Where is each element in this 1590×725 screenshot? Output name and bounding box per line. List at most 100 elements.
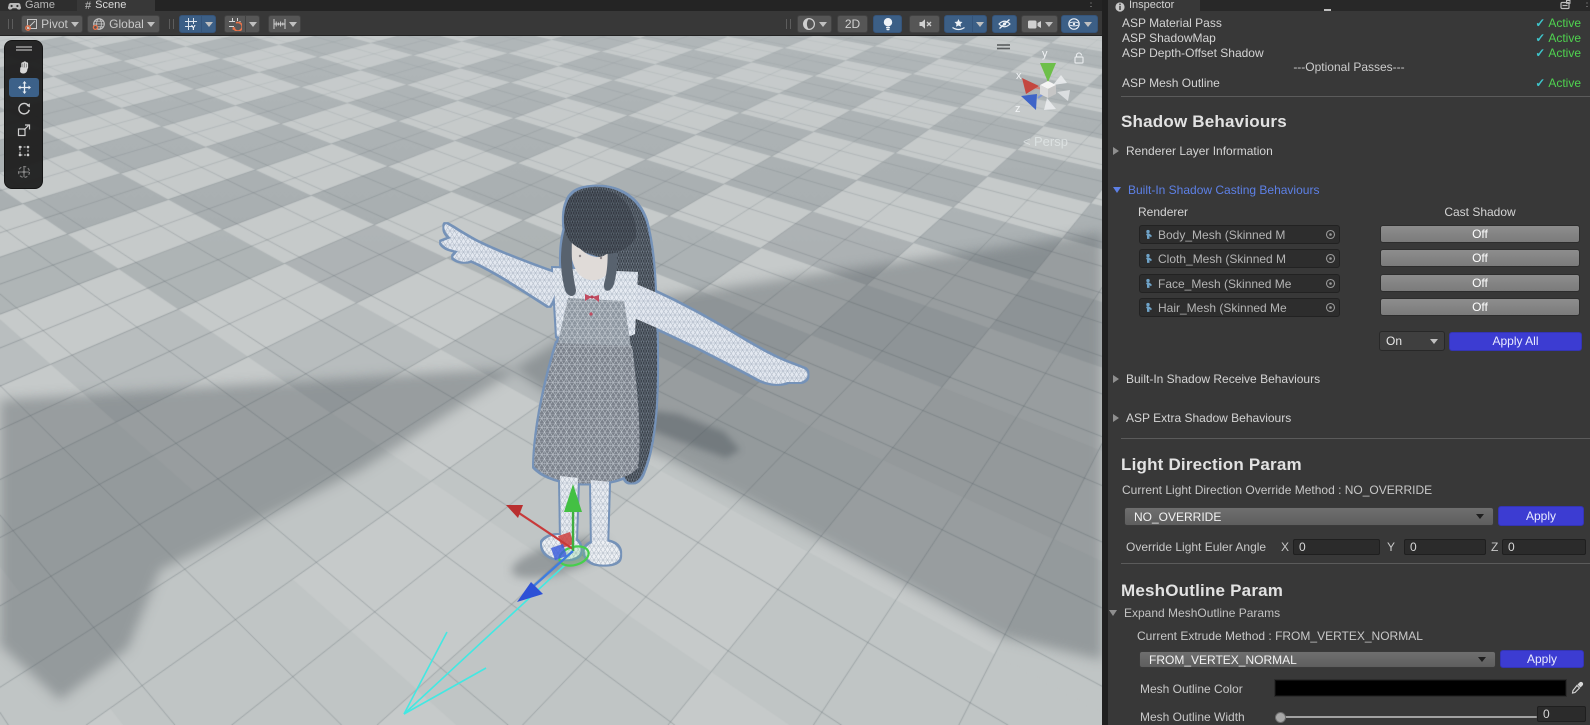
- gizmo-x-arrowhead[interactable]: [506, 505, 523, 518]
- cast-shadow-button[interactable]: Off: [1380, 225, 1580, 243]
- check-icon: ✓: [1535, 31, 1545, 45]
- foldout-expanded-icon: [1113, 187, 1121, 193]
- tool-scale[interactable]: [9, 120, 39, 139]
- tab-scene[interactable]: # Scene: [77, 0, 155, 11]
- foldout-builtin-shadow-receive[interactable]: Built-In Shadow Receive Behaviours: [1113, 372, 1320, 386]
- tab-game[interactable]: Game: [0, 0, 77, 11]
- euler-x-field[interactable]: 0: [1293, 539, 1380, 555]
- tab-inspector[interactable]: Inspector: [1108, 0, 1200, 13]
- gizmo-axis-z-cone[interactable]: [1021, 94, 1037, 110]
- toolstrip-handle-icon[interactable]: [16, 46, 32, 51]
- inspector-tabbar: Inspector ⋮: [1108, 0, 1590, 11]
- pivot-dropdown[interactable]: Pivot: [21, 15, 83, 33]
- eyedropper-icon[interactable]: [1571, 681, 1584, 694]
- inspector-kebab-icon[interactable]: ⋮: [1582, 0, 1590, 9]
- scene-visibility-toggle[interactable]: [992, 15, 1017, 33]
- euler-z-field[interactable]: 0: [1502, 539, 1586, 555]
- toolbar-grip-icon[interactable]: [786, 19, 791, 29]
- cast-shadow-button[interactable]: Off: [1380, 274, 1580, 292]
- lighting-toggle[interactable]: [873, 15, 902, 33]
- bulk-cast-shadow-dropdown[interactable]: On: [1379, 331, 1445, 351]
- global-label: Global: [109, 17, 144, 31]
- renderer-object-field[interactable]: Body_Mesh (Skinned M: [1139, 225, 1340, 244]
- object-picker-icon[interactable]: [1325, 302, 1336, 313]
- gizmo-axis-neg-cone[interactable]: [1057, 90, 1070, 101]
- renderer-object-field[interactable]: Cloth_Mesh (Skinned M: [1139, 249, 1340, 268]
- scene-pane: Game # Scene ⋮ Pivot Global: [0, 0, 1102, 725]
- gizmo-axis-x-label: x: [1016, 70, 1022, 82]
- tool-rotate[interactable]: [9, 99, 39, 118]
- object-picker-icon[interactable]: [1325, 278, 1336, 289]
- shading-mode-dropdown[interactable]: [797, 15, 832, 33]
- gizmo-axis-neg-cone[interactable]: [1044, 98, 1056, 110]
- global-dropdown[interactable]: Global: [87, 15, 160, 33]
- overlay-handle-icon[interactable]: [997, 45, 1010, 49]
- object-picker-icon[interactable]: [1325, 229, 1336, 240]
- pass-name: ASP ShadowMap: [1122, 31, 1216, 45]
- renderer-object-field[interactable]: Hair_Mesh (Skinned Me: [1139, 298, 1340, 317]
- foldout-builtin-shadow-casting[interactable]: Built-In Shadow Casting Behaviours: [1113, 183, 1319, 197]
- mesh-outline-color-swatch[interactable]: [1275, 680, 1566, 696]
- measure-dropdown[interactable]: [268, 15, 301, 33]
- tool-move[interactable]: [9, 78, 39, 97]
- rotate-icon: [17, 102, 31, 116]
- apply-all-button[interactable]: Apply All: [1449, 332, 1582, 351]
- caret-down-icon: [249, 22, 257, 27]
- width-slider-knob[interactable]: [1275, 712, 1286, 723]
- tool-rect[interactable]: [9, 141, 39, 160]
- gizmo-axis-z-label: z: [1015, 103, 1021, 115]
- foldout-expand-meshoutline[interactable]: Expand MeshOutline Params: [1109, 606, 1280, 620]
- object-picker-icon[interactable]: [1325, 253, 1336, 264]
- gamepad-icon: [8, 2, 21, 11]
- snap-increment-button[interactable]: [224, 15, 246, 33]
- gizmo-axis-neg-cone[interactable]: [1053, 75, 1067, 85]
- 2d-toggle[interactable]: 2D: [837, 15, 868, 33]
- tool-hand[interactable]: [9, 57, 39, 76]
- gizmos-dropdown[interactable]: [1061, 15, 1098, 33]
- foldout-label: ASP Extra Shadow Behaviours: [1126, 411, 1291, 425]
- camera-icon: [1027, 19, 1042, 30]
- caret-down-icon: [71, 22, 79, 27]
- effects-dropdown[interactable]: [973, 15, 987, 33]
- scene-menu-kebab-icon[interactable]: ⋮: [1086, 0, 1096, 9]
- outline-apply-button[interactable]: Apply: [1500, 650, 1584, 668]
- mesh-outline-title: MeshOutline Param: [1121, 581, 1283, 601]
- snap-increment-dropdown[interactable]: [246, 15, 260, 33]
- tool-transform[interactable]: [9, 162, 39, 181]
- euler-y-field[interactable]: 0: [1404, 539, 1486, 555]
- toolbar-grip-icon[interactable]: [169, 19, 174, 29]
- tab-inspector-label: Inspector: [1129, 0, 1174, 11]
- transform-icon: [17, 165, 31, 179]
- foldout-label: Expand MeshOutline Params: [1124, 606, 1280, 620]
- gizmo-axis-x-cone[interactable]: [1022, 78, 1039, 94]
- euler-z-label: Z: [1491, 540, 1498, 555]
- grid-snap-dropdown[interactable]: [202, 15, 216, 33]
- cast-shadow-button[interactable]: Off: [1380, 298, 1580, 316]
- svg-text:Y: Y: [191, 25, 196, 31]
- persp-label[interactable]: Persp: [1034, 134, 1068, 149]
- window-lock-icon[interactable]: [1560, 0, 1571, 10]
- light-method-dropdown[interactable]: NO_OVERRIDE: [1124, 507, 1494, 526]
- dropdown-value: On: [1386, 334, 1430, 348]
- toolbar-grip-icon[interactable]: [8, 19, 13, 29]
- cast-shadow-button[interactable]: Off: [1380, 249, 1580, 267]
- camera-dropdown[interactable]: [1021, 15, 1058, 33]
- mesh-outline-width-field[interactable]: 0: [1537, 706, 1586, 722]
- width-slider-track[interactable]: [1283, 716, 1537, 718]
- orientation-gizmo[interactable]: y x z < Persp: [997, 45, 1083, 149]
- audio-toggle[interactable]: [909, 15, 940, 33]
- foldout-renderer-layer-info[interactable]: Renderer Layer Information: [1113, 144, 1273, 158]
- scene-viewport[interactable]: y x z < Persp: [0, 36, 1102, 725]
- effects-toggle[interactable]: [944, 15, 973, 33]
- renderer-object-field[interactable]: Face_Mesh (Skinned Me: [1139, 274, 1340, 293]
- lock-icon[interactable]: [1075, 53, 1083, 63]
- extrude-method-dropdown[interactable]: FROM_VERTEX_NORMAL: [1139, 651, 1496, 668]
- foldout-asp-extra-shadow[interactable]: ASP Extra Shadow Behaviours: [1113, 411, 1291, 425]
- character-model[interactable]: [441, 187, 807, 565]
- gizmo-axis-y-cone[interactable]: [1040, 63, 1056, 82]
- grid-snap-button[interactable]: Y: [179, 15, 202, 33]
- mesh-outline-width-label: Mesh Outline Width: [1140, 710, 1245, 724]
- character-dress: [534, 298, 639, 484]
- gizmo-z-arrowhead[interactable]: [517, 582, 543, 602]
- light-apply-button[interactable]: Apply: [1498, 506, 1584, 526]
